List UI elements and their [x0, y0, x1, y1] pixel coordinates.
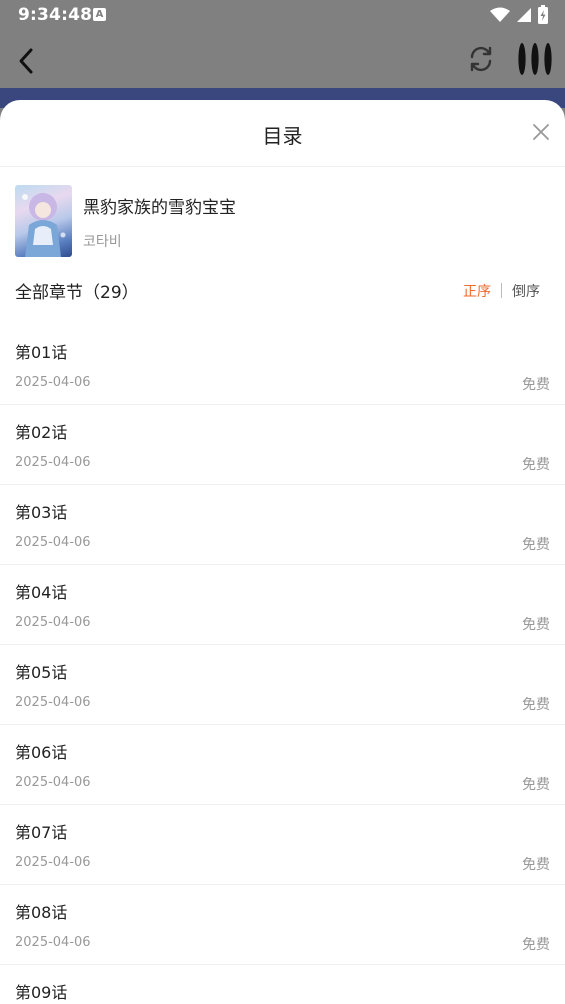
chapter-date: 2025-04-06: [15, 375, 91, 390]
book-title: 黑豹家族的雪豹宝宝: [83, 198, 236, 218]
chapter-price: 免费: [522, 377, 550, 393]
chapter-item[interactable]: 第09话: [0, 965, 565, 1004]
sort-controls: 正序 倒序: [463, 281, 540, 301]
chapter-item[interactable]: 第08话 2025-04-06 免费: [0, 885, 565, 965]
chapter-date: 2025-04-06: [15, 535, 91, 550]
chapter-price: 免费: [522, 697, 550, 713]
back-arrow-icon[interactable]: [14, 46, 40, 76]
chapter-item[interactable]: 第07话 2025-04-06 免费: [0, 805, 565, 885]
chapter-item[interactable]: 第02话 2025-04-06 免费: [0, 405, 565, 485]
sort-divider: [501, 283, 502, 298]
chapter-name: 第05话: [15, 663, 68, 682]
chapter-name: 第08话: [15, 903, 68, 922]
menu-icon[interactable]: [516, 41, 554, 77]
sort-descending-button[interactable]: 倒序: [512, 284, 540, 300]
chapter-price: 免费: [522, 777, 550, 793]
chapter-date: 2025-04-06: [15, 455, 91, 470]
chapter-date: 2025-04-06: [15, 935, 91, 950]
chapter-price: 免费: [522, 857, 550, 873]
book-cover-image: [15, 185, 72, 257]
chapter-price: 免费: [522, 537, 550, 553]
chapter-name: 第09话: [15, 983, 68, 1002]
status-bar: 9:34:48 A: [0, 0, 565, 30]
chapter-date: 2025-04-06: [15, 695, 91, 710]
book-author: 코타비: [83, 234, 122, 250]
chapter-name: 第02话: [15, 423, 68, 442]
status-icons: [490, 5, 549, 25]
close-icon[interactable]: [531, 122, 551, 142]
chapter-list: 第01话 2025-04-06 免费 第02话 2025-04-06 免费 第0…: [0, 325, 565, 1004]
chapter-count-label: 全部章节（29）: [15, 283, 139, 303]
battery-icon: [538, 5, 548, 24]
refresh-icon[interactable]: [466, 44, 496, 74]
chapter-name: 第03话: [15, 503, 68, 522]
wifi-icon: [490, 7, 511, 22]
chapter-date: 2025-04-06: [15, 775, 91, 790]
sort-ascending-button[interactable]: 正序: [463, 284, 491, 300]
sheet-header: 目录: [0, 100, 565, 167]
chapter-name: 第06话: [15, 743, 68, 762]
chapter-list-header: 全部章节（29） 正序 倒序: [0, 263, 565, 325]
book-info[interactable]: 黑豹家族的雪豹宝宝 코타비: [0, 167, 565, 263]
notification-a-icon: A: [93, 8, 106, 21]
chapter-item[interactable]: 第05话 2025-04-06 免费: [0, 645, 565, 725]
top-bar: [0, 30, 565, 92]
chapter-price: 免费: [522, 457, 550, 473]
chapter-price: 免费: [522, 617, 550, 633]
chapter-date: 2025-04-06: [15, 615, 91, 630]
chapter-name: 第01话: [15, 343, 68, 362]
chapter-item[interactable]: 第06话 2025-04-06 免费: [0, 725, 565, 805]
sheet-title: 目录: [262, 124, 303, 148]
chapter-item[interactable]: 第01话 2025-04-06 免费: [0, 325, 565, 405]
chapter-name: 第07话: [15, 823, 68, 842]
chapter-item[interactable]: 第04话 2025-04-06 免费: [0, 565, 565, 645]
catalog-sheet: 目录 黑豹家族的雪豹宝宝 코타비 全部章节（29） 正序倒序 第01话 202: [0, 100, 565, 1004]
chapter-item[interactable]: 第03话 2025-04-06 免费: [0, 485, 565, 565]
chapter-price: 免费: [522, 937, 550, 953]
chapter-name: 第04话: [15, 583, 68, 602]
status-time: 9:34:48: [18, 5, 93, 25]
signal-icon: [516, 8, 531, 22]
chapter-date: 2025-04-06: [15, 855, 91, 870]
